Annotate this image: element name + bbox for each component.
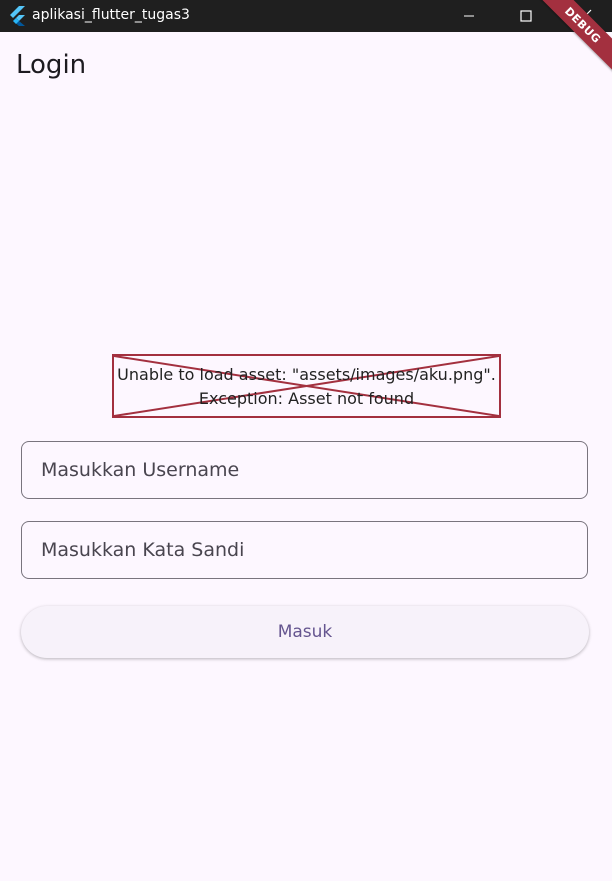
image-error-line2: Exception: Asset not found — [198, 389, 415, 408]
minimize-button[interactable] — [440, 0, 498, 32]
page-title: Login — [16, 50, 87, 80]
image-error-line1: Unable to load asset: "assets/images/aku… — [117, 365, 496, 384]
password-placeholder: Masukkan Kata Sandi — [41, 539, 245, 561]
window-titlebar[interactable]: aplikasi_flutter_tugas3 — [0, 0, 612, 32]
app-window: aplikasi_flutter_tugas3 Login DEBUG Unab… — [0, 0, 612, 881]
maximize-icon — [520, 10, 532, 22]
image-error-message: Unable to load asset: "assets/images/aku… — [114, 363, 499, 411]
login-button-label: Masuk — [277, 622, 333, 642]
image-error-placeholder: Unable to load asset: "assets/images/aku… — [112, 354, 501, 418]
username-field[interactable]: Masukkan Username — [21, 441, 588, 499]
login-button[interactable]: Masuk — [21, 606, 589, 658]
window-title: aplikasi_flutter_tugas3 — [32, 7, 190, 23]
flutter-logo-icon — [10, 6, 25, 26]
minimize-icon — [464, 15, 474, 17]
password-field[interactable]: Masukkan Kata Sandi — [21, 521, 588, 579]
username-placeholder: Masukkan Username — [41, 459, 240, 481]
